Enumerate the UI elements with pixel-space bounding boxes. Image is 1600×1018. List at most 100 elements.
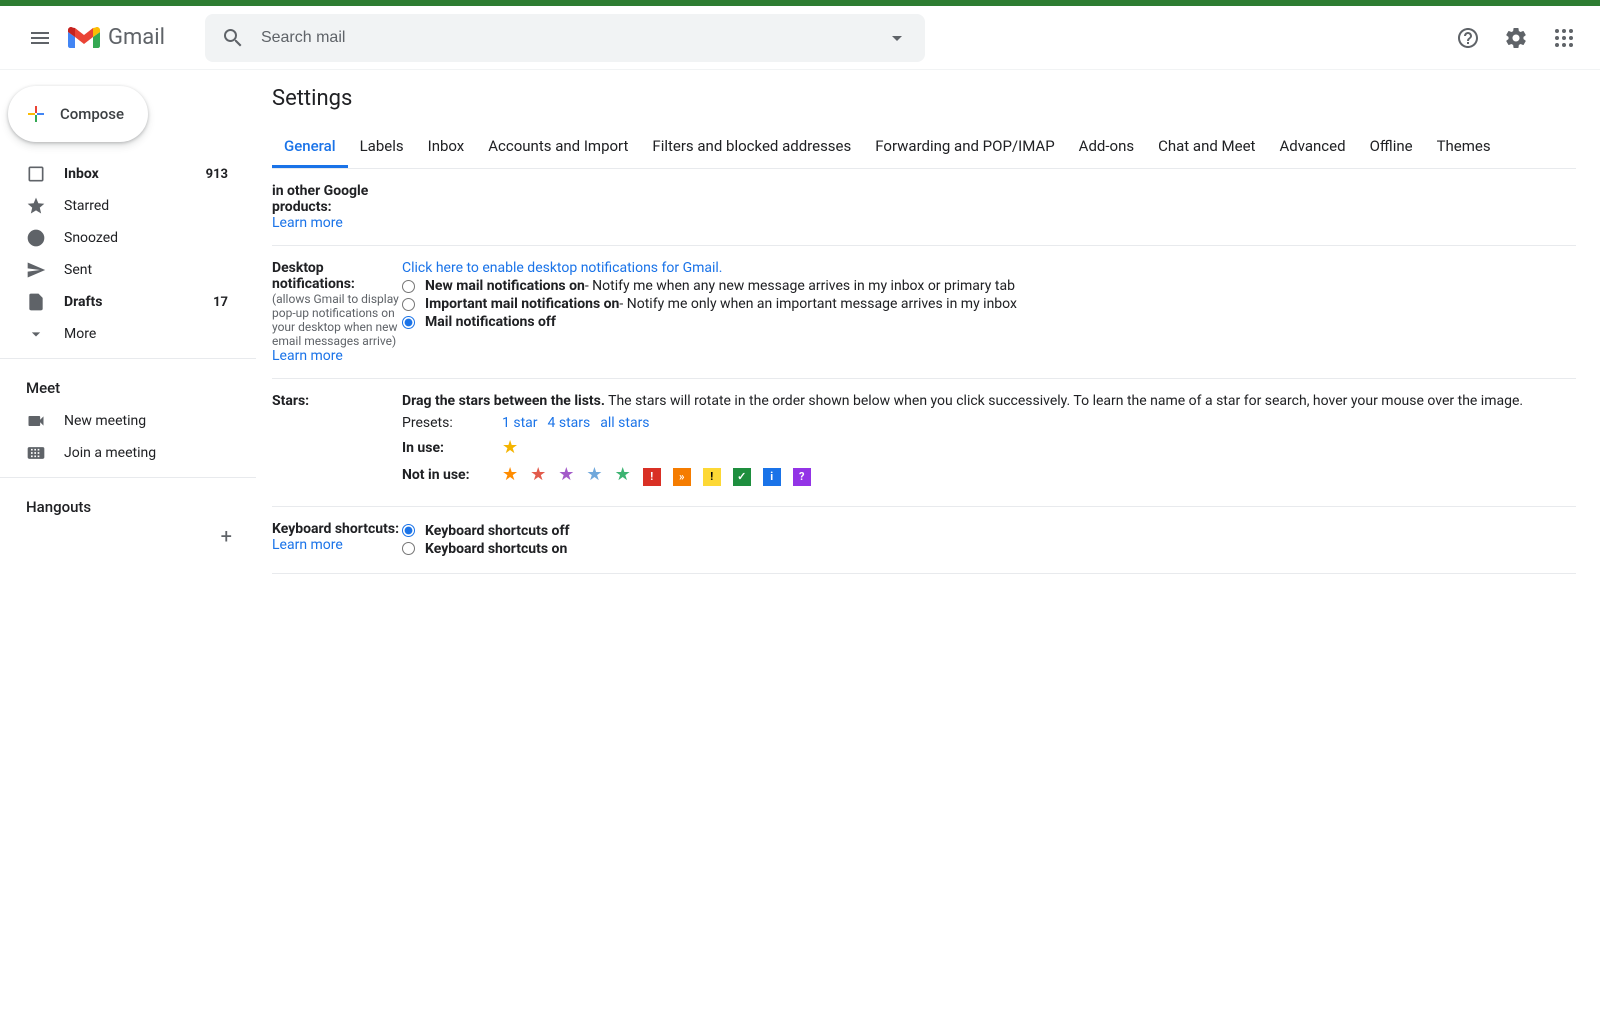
star-yellow-icon[interactable]: ★ bbox=[502, 437, 518, 458]
compose-plus-icon bbox=[24, 102, 48, 126]
tab-themes[interactable]: Themes bbox=[1425, 127, 1503, 168]
drafts-count: 17 bbox=[213, 295, 228, 310]
search-input[interactable] bbox=[261, 29, 885, 47]
sidebar-item-label: Inbox bbox=[64, 166, 99, 182]
tab-accounts[interactable]: Accounts and Import bbox=[476, 127, 640, 168]
keyboard-icon bbox=[26, 443, 46, 463]
preset-all-stars[interactable]: all stars bbox=[600, 415, 649, 431]
sidebar-item-join-meeting[interactable]: Join a meeting bbox=[0, 437, 240, 469]
radio-mail-off[interactable]: Mail notifications off bbox=[402, 314, 1576, 330]
search-bar[interactable] bbox=[205, 14, 925, 62]
sidebar-item-label: Join a meeting bbox=[64, 445, 156, 461]
red-bang-icon[interactable]: ! bbox=[643, 464, 661, 486]
apps-grid-icon bbox=[1552, 26, 1576, 50]
hangouts-header: Hangouts bbox=[0, 486, 256, 524]
sidebar-item-label: Sent bbox=[64, 262, 92, 278]
tab-advanced[interactable]: Advanced bbox=[1267, 127, 1357, 168]
preset-4-stars[interactable]: 4 stars bbox=[548, 415, 591, 431]
shortcuts-title: Keyboard shortcuts: bbox=[272, 521, 402, 537]
tab-forwarding[interactable]: Forwarding and POP/IMAP bbox=[863, 127, 1066, 168]
send-icon bbox=[26, 260, 46, 280]
compose-label: Compose bbox=[60, 105, 124, 123]
orange-guillemet-icon[interactable]: » bbox=[673, 464, 691, 486]
support-button[interactable] bbox=[1448, 18, 1488, 58]
desktop-title: Desktop notifications: bbox=[272, 260, 402, 292]
star-purple-icon[interactable]: ★ bbox=[558, 464, 574, 485]
brand-text: Gmail bbox=[108, 25, 165, 50]
page-title: Settings bbox=[272, 86, 1576, 111]
sidebar-item-starred[interactable]: Starred bbox=[0, 190, 240, 222]
sidebar-item-label: More bbox=[64, 326, 96, 342]
radio-important-mail-on[interactable]: Important mail notifications on - Notify… bbox=[402, 296, 1576, 312]
presets-label: Presets: bbox=[402, 415, 502, 431]
sidebar-item-label: New meeting bbox=[64, 413, 146, 429]
stars-title: Stars: bbox=[272, 393, 402, 409]
search-icon bbox=[221, 26, 245, 50]
stars-section: Stars: Drag the stars between the lists.… bbox=[272, 379, 1576, 507]
sidebar-item-more[interactable]: More bbox=[0, 318, 240, 350]
not-in-use-label: Not in use: bbox=[402, 467, 502, 483]
inbox-count: 913 bbox=[206, 167, 228, 182]
gmail-logo[interactable]: Gmail bbox=[68, 25, 165, 50]
stars-drag-rest: The stars will rotate in the order shown… bbox=[605, 393, 1523, 409]
tab-filters[interactable]: Filters and blocked addresses bbox=[640, 127, 863, 168]
radio-shortcuts-off[interactable]: Keyboard shortcuts off bbox=[402, 523, 1576, 539]
gear-icon bbox=[1504, 26, 1528, 50]
main: Settings General Labels Inbox Accounts a… bbox=[256, 70, 1600, 1018]
settings-button[interactable] bbox=[1496, 18, 1536, 58]
keyboard-shortcuts-section: Keyboard shortcuts: Learn more Keyboard … bbox=[272, 507, 1576, 574]
partial-line1: in other Google bbox=[272, 183, 402, 199]
radio-new-mail-on[interactable]: New mail notifications on - Notify me wh… bbox=[402, 278, 1576, 294]
desktop-sub: (allows Gmail to display pop-up notifica… bbox=[272, 292, 402, 348]
sidebar: Compose Inbox 913 Starred Snoozed Sent D… bbox=[0, 70, 256, 1018]
star-blue-icon[interactable]: ★ bbox=[586, 464, 602, 485]
sidebar-item-label: Snoozed bbox=[64, 230, 118, 246]
gmail-logo-icon bbox=[68, 26, 100, 50]
yellow-bang-icon[interactable]: ! bbox=[703, 464, 721, 486]
tab-offline[interactable]: Offline bbox=[1358, 127, 1425, 168]
video-icon bbox=[26, 411, 46, 431]
hamburger-icon bbox=[28, 26, 52, 50]
clock-icon bbox=[26, 228, 46, 248]
preset-1-star[interactable]: 1 star bbox=[502, 415, 538, 431]
blue-info-icon[interactable]: i bbox=[763, 464, 781, 486]
in-use-label: In use: bbox=[402, 440, 502, 456]
sidebar-item-new-meeting[interactable]: New meeting bbox=[0, 405, 240, 437]
desktop-notifications-section: Desktop notifications: (allows Gmail to … bbox=[272, 246, 1576, 379]
partial-prev-section: in other Google products: Learn more bbox=[272, 169, 1576, 246]
sidebar-item-snoozed[interactable]: Snoozed bbox=[0, 222, 240, 254]
radio-shortcuts-on[interactable]: Keyboard shortcuts on bbox=[402, 541, 1576, 557]
green-check-icon[interactable]: ✓ bbox=[733, 464, 751, 486]
settings-tabs: General Labels Inbox Accounts and Import… bbox=[272, 127, 1576, 169]
tab-labels[interactable]: Labels bbox=[348, 127, 416, 168]
main-menu-button[interactable] bbox=[16, 14, 64, 62]
hangouts-add-button[interactable]: + bbox=[0, 524, 256, 548]
tab-inbox[interactable]: Inbox bbox=[416, 127, 477, 168]
enable-desktop-notifications-link[interactable]: Click here to enable desktop notificatio… bbox=[402, 260, 723, 276]
partial-learn-more-link[interactable]: Learn more bbox=[272, 215, 343, 231]
sidebar-item-drafts[interactable]: Drafts 17 bbox=[0, 286, 240, 318]
star-green-icon[interactable]: ★ bbox=[615, 464, 631, 485]
star-red-icon[interactable]: ★ bbox=[530, 464, 546, 485]
help-icon bbox=[1456, 26, 1480, 50]
star-icon bbox=[26, 196, 46, 216]
meet-header: Meet bbox=[0, 367, 256, 405]
compose-button[interactable]: Compose bbox=[8, 86, 148, 142]
sidebar-item-sent[interactable]: Sent bbox=[0, 254, 240, 286]
stars-drag-bold: Drag the stars between the lists. bbox=[402, 393, 605, 409]
tab-chat[interactable]: Chat and Meet bbox=[1146, 127, 1267, 168]
tab-addons[interactable]: Add-ons bbox=[1067, 127, 1146, 168]
shortcuts-learn-more-link[interactable]: Learn more bbox=[272, 537, 343, 553]
purple-question-icon[interactable]: ? bbox=[793, 464, 811, 486]
tab-general[interactable]: General bbox=[272, 127, 348, 168]
apps-button[interactable] bbox=[1544, 18, 1584, 58]
sidebar-item-label: Starred bbox=[64, 198, 109, 214]
inbox-icon bbox=[26, 164, 46, 184]
star-orange-icon[interactable]: ★ bbox=[502, 464, 518, 485]
desktop-learn-more-link[interactable]: Learn more bbox=[272, 348, 343, 364]
draft-icon bbox=[26, 292, 46, 312]
search-options-icon[interactable] bbox=[885, 26, 909, 50]
chevron-down-icon bbox=[26, 324, 46, 344]
sidebar-item-inbox[interactable]: Inbox 913 bbox=[0, 158, 240, 190]
topbar: Gmail bbox=[0, 6, 1600, 70]
